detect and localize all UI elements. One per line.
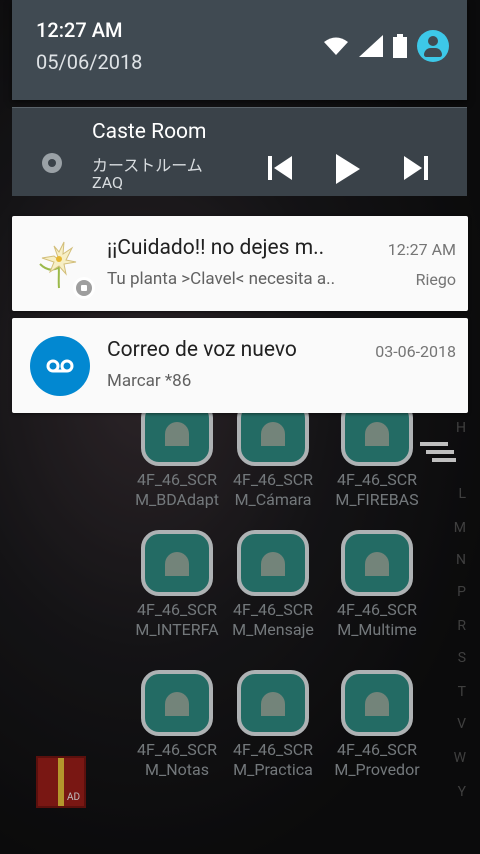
wifi-icon[interactable] bbox=[323, 36, 349, 56]
notification-card-plant[interactable]: ¡¡Cuidado!! no dejes m.. Tu planta >Clav… bbox=[12, 216, 468, 311]
disc-icon bbox=[42, 153, 62, 173]
notification-time: 12:27 AM bbox=[387, 240, 456, 259]
status-icons bbox=[323, 30, 449, 62]
notification-text: Tu planta >Clavel< necesita a.. bbox=[107, 269, 336, 289]
play-icon[interactable] bbox=[334, 154, 360, 184]
status-date: 05/06/2018 bbox=[36, 50, 143, 74]
status-time: 12:27 AM bbox=[36, 18, 123, 42]
notification-text: Marcar *86 bbox=[107, 371, 192, 391]
notification-badge-icon bbox=[73, 277, 95, 299]
battery-icon[interactable] bbox=[393, 34, 407, 58]
media-artist: ZAQ bbox=[92, 173, 124, 192]
voicemail-icon bbox=[30, 336, 90, 396]
notification-card-voicemail[interactable]: Correo de voz nuevo Marcar *86 03-06-201… bbox=[12, 318, 468, 413]
media-title: Caste Room bbox=[92, 120, 207, 144]
media-notification[interactable]: Caste Room カーストルーム ZAQ bbox=[12, 107, 467, 196]
account-icon[interactable] bbox=[417, 30, 449, 62]
previous-icon[interactable] bbox=[268, 154, 292, 182]
notification-extra: Riego bbox=[415, 270, 456, 289]
notification-title: Correo de voz nuevo bbox=[107, 338, 297, 362]
signal-icon[interactable] bbox=[359, 35, 383, 57]
next-icon[interactable] bbox=[404, 154, 428, 182]
notification-title: ¡¡Cuidado!! no dejes m.. bbox=[107, 236, 325, 260]
notification-shade-header: 12:27 AM 05/06/2018 bbox=[12, 0, 467, 100]
notification-time: 03-06-2018 bbox=[375, 342, 456, 361]
